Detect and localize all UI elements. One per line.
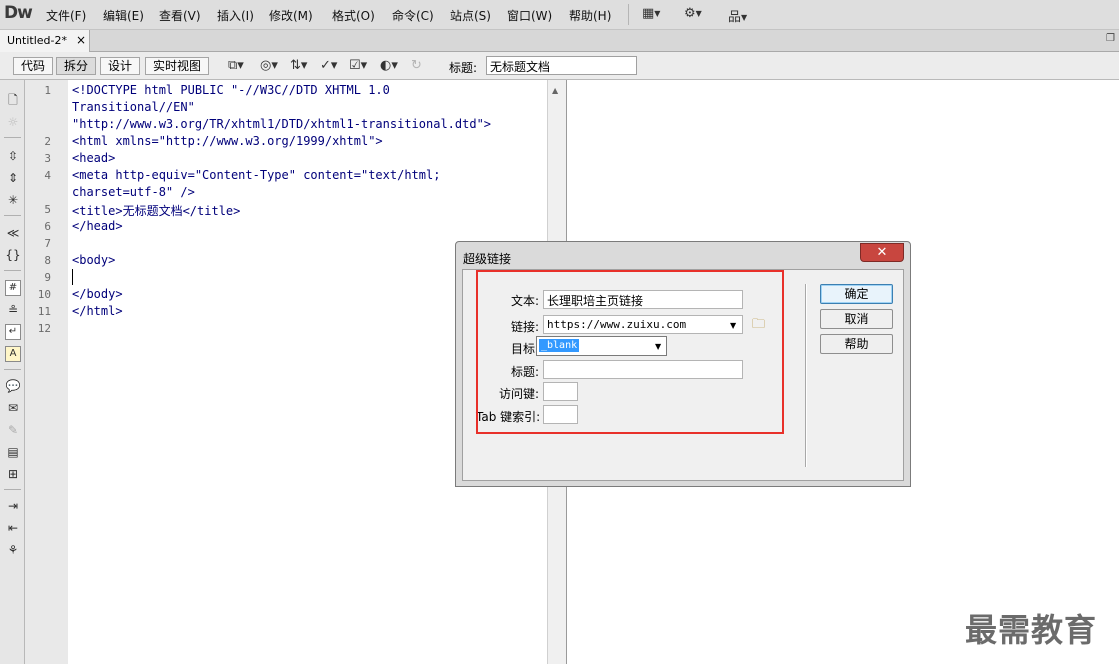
layout-icon[interactable]: ▦▼ <box>642 6 660 21</box>
dialog-divider <box>805 284 806 467</box>
line-number: 10 <box>37 288 51 301</box>
code-line: </body> <box>72 287 123 301</box>
document-toolbar: 代码 拆分 设计 实时视图 ⧉▾ ◎▾ ⇅▾ ✓▾ ☑▾ ◐▾ ↻ 标题: 无标… <box>0 52 1119 80</box>
collapse-tag-icon[interactable]: ⇳ <box>5 148 21 164</box>
outdent-code-icon[interactable]: ⇤ <box>5 520 21 536</box>
document-tab-label: Untitled-2* <box>7 34 67 47</box>
document-tab[interactable]: Untitled-2* × <box>0 30 90 52</box>
menu-separator <box>628 4 629 25</box>
help-button[interactable]: 帮助 <box>820 334 893 354</box>
page-title-label: 标题: <box>449 61 478 75</box>
split-view-button[interactable]: 拆分 <box>56 57 97 75</box>
code-line: <title>无标题文档</title> <box>72 204 241 218</box>
site-icon[interactable]: 品▼ <box>728 6 747 25</box>
line-number: 12 <box>37 322 51 335</box>
remove-comment-icon[interactable]: ✉ <box>5 400 21 416</box>
validate-markup-icon[interactable]: ☑▾ <box>349 58 367 73</box>
highlight-invalid-code-icon[interactable]: ≗ <box>5 302 21 318</box>
open-documents-icon[interactable]: 🗋 <box>5 92 21 108</box>
live-view-button[interactable]: 实时视图 <box>145 57 210 75</box>
text-caret <box>72 269 73 285</box>
select-parent-tag-icon[interactable]: ≪ <box>5 225 21 241</box>
browser-preview-icon[interactable]: ◎▾ <box>260 58 278 73</box>
menu-help[interactable]: 帮助(H) <box>569 7 611 24</box>
dialog-title: 超级链接 <box>463 252 512 266</box>
code-line: charset=utf-8" /> <box>72 185 195 199</box>
line-number: 1 <box>44 84 51 97</box>
collapse-selection-icon[interactable]: ⇕ <box>5 170 21 186</box>
line-number: 11 <box>37 305 51 318</box>
file-management-icon[interactable]: ⇅▾ <box>290 58 307 73</box>
code-line: Transitional//EN" <box>72 100 195 114</box>
code-line: <head> <box>72 151 116 165</box>
refresh-icon[interactable]: ↻ <box>411 58 422 73</box>
line-number: 3 <box>44 152 51 165</box>
code-line: "http://www.w3.org/TR/xhtml1/DTD/xhtml1-… <box>72 117 492 131</box>
move-css-icon[interactable]: ⊞ <box>5 466 21 482</box>
balance-braces-icon[interactable]: {} <box>5 247 21 263</box>
code-view-button[interactable]: 代码 <box>13 57 54 75</box>
line-number: 5 <box>44 203 51 216</box>
dialog-titlebar[interactable]: 超级链接 ✕ <box>456 242 910 270</box>
apply-comment-icon[interactable]: 💬 <box>5 378 21 394</box>
line-number: 4 <box>44 169 51 182</box>
show-code-navigator-icon[interactable]: ☼ <box>5 114 21 130</box>
line-number-gutter: 1 2 3 4 5 6 7 8 9 10 11 12 <box>25 80 68 664</box>
menu-view[interactable]: 查看(V) <box>159 7 201 24</box>
code-line: <!DOCTYPE html PUBLIC "-//W3C//DTD XHTML… <box>72 83 390 97</box>
menu-edit[interactable]: 编辑(E) <box>103 7 144 24</box>
code-line: <meta http-equiv="Content-Type" content=… <box>72 168 441 182</box>
syntax-coloring-icon[interactable]: A <box>5 346 21 362</box>
menu-modify[interactable]: 修改(M) <box>269 7 313 24</box>
line-number: 7 <box>44 237 51 250</box>
code-line: <body> <box>72 253 116 267</box>
document-tab-bar: Untitled-2* × ❐ <box>0 30 1119 52</box>
menu-site[interactable]: 站点(S) <box>450 7 491 24</box>
gear-icon[interactable]: ⚙▼ <box>684 6 702 21</box>
visual-aids-icon[interactable]: ◐▾ <box>380 58 398 73</box>
line-number: 6 <box>44 220 51 233</box>
line-number: 8 <box>44 254 51 267</box>
menu-insert[interactable]: 插入(I) <box>217 7 254 24</box>
ok-button[interactable]: 确定 <box>820 284 893 304</box>
page-title-input[interactable]: 无标题文档 <box>486 56 637 75</box>
restore-window-icon[interactable]: ❐ <box>1106 33 1115 44</box>
menu-format[interactable]: 格式(O) <box>332 7 375 24</box>
line-number: 9 <box>44 271 51 284</box>
design-view-button[interactable]: 设计 <box>100 57 141 75</box>
line-number: 2 <box>44 135 51 148</box>
menu-commands[interactable]: 命令(C) <box>392 7 434 24</box>
format-source-icon[interactable]: ⚘ <box>5 542 21 558</box>
multiscreen-icon[interactable]: ⧉▾ <box>228 58 244 73</box>
close-icon[interactable]: × <box>76 33 86 47</box>
recent-snippets-icon[interactable]: ▤ <box>5 444 21 460</box>
menu-bar: Dw 文件(F) 编辑(E) 查看(V) 插入(I) 修改(M) 格式(O) 命… <box>0 0 1119 30</box>
code-line: </html> <box>72 304 123 318</box>
code-line: </head> <box>72 219 123 233</box>
line-numbers-icon[interactable]: # <box>5 280 21 296</box>
menu-file[interactable]: 文件(F) <box>46 7 86 24</box>
cancel-button[interactable]: 取消 <box>820 309 893 329</box>
coding-toolbar: 🗋 ☼ ⇳ ⇕ ✳ ≪ {} # ≗ ↵ A 💬 ✉ ✎ ▤ ⊞ ⇥ ⇤ ⚘ <box>0 80 25 664</box>
menu-window[interactable]: 窗口(W) <box>507 7 552 24</box>
dialog-close-button[interactable]: ✕ <box>860 243 904 262</box>
word-wrap-icon[interactable]: ↵ <box>5 324 21 340</box>
expand-all-icon[interactable]: ✳ <box>5 192 21 208</box>
code-line: <html xmlns="http://www.w3.org/1999/xhtm… <box>72 134 383 148</box>
check-browser-icon[interactable]: ✓▾ <box>320 58 337 73</box>
red-highlight-box <box>476 270 784 434</box>
scroll-up-arrow-icon[interactable]: ▲ <box>552 86 558 95</box>
wrap-tag-icon[interactable]: ✎ <box>5 422 21 438</box>
indent-code-icon[interactable]: ⇥ <box>5 498 21 514</box>
dreamweaver-logo: Dw <box>4 3 33 23</box>
watermark: 最需教育 <box>965 611 1098 649</box>
